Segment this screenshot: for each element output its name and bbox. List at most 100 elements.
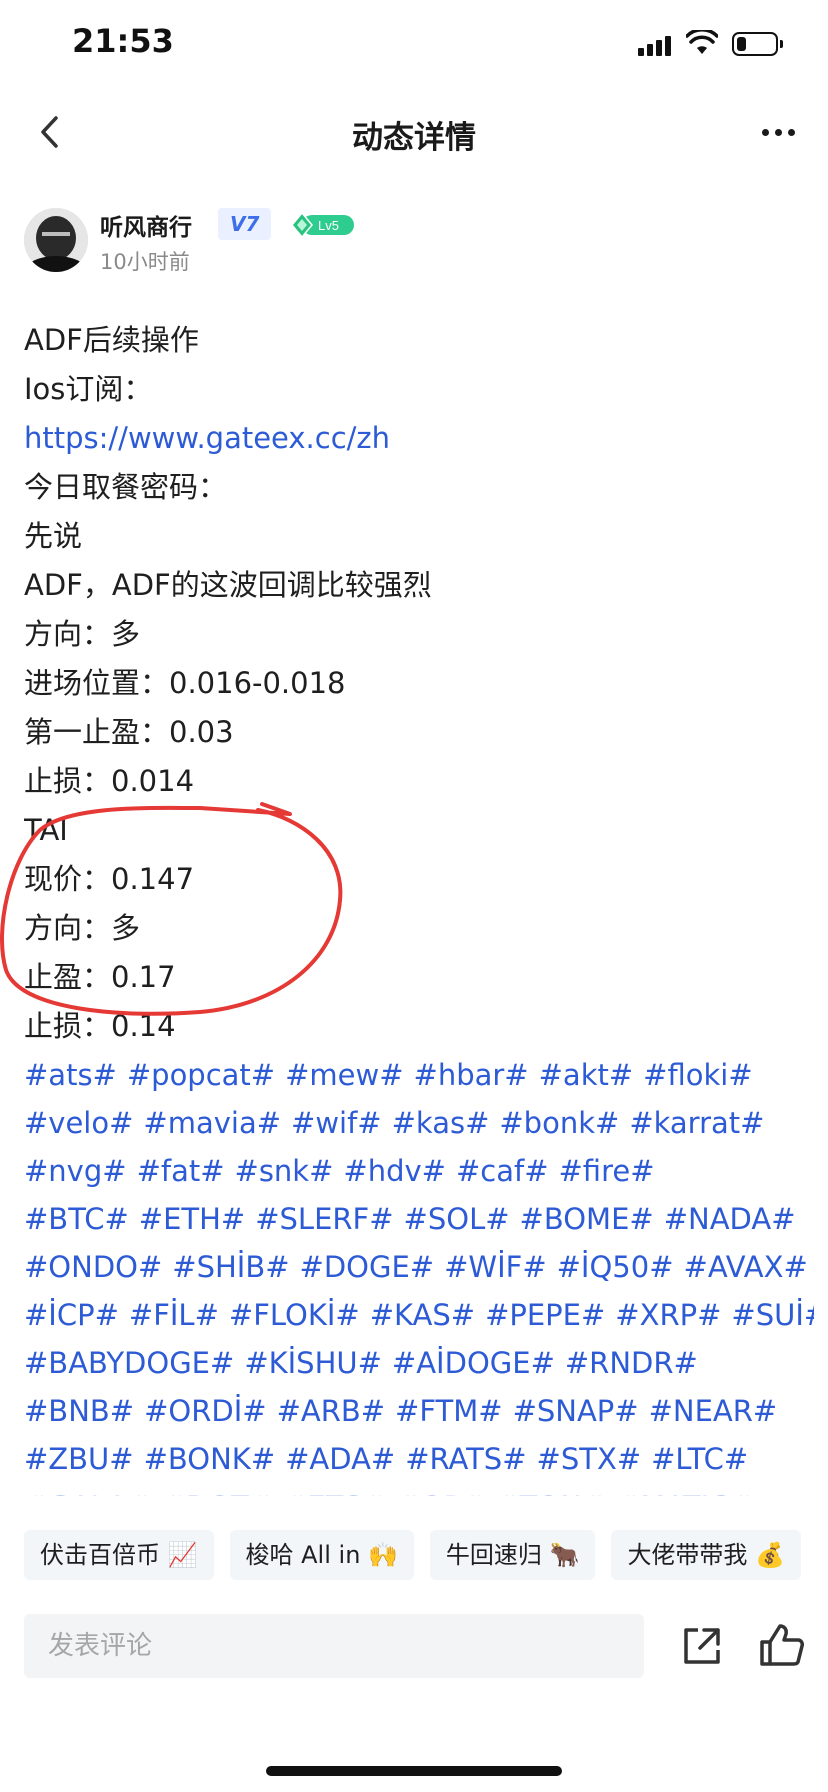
quick-reply-chip[interactable]: 梭哈 All in 🙌 [229,1530,414,1580]
hashtag-link[interactable]: #velo# [24,1106,133,1140]
hashtag-link[interactable]: #kas# [392,1106,490,1140]
cellular-signal-icon [638,34,672,56]
post-line: 方向：多 [24,617,141,651]
hashtag-row: #ats# #popcat# #mew# #hbar# #akt# #floki# [24,1051,814,1099]
post-line: 现价：0.147 [24,862,195,896]
hashtag-link[interactable]: #wif# [291,1106,382,1140]
hashtag-link[interactable]: #İCP# [24,1298,119,1332]
hashtag-link[interactable]: #caf# [456,1154,549,1188]
hashtag-link[interactable]: #AİDOGE# [392,1346,555,1380]
hashtag-link[interactable]: #mew# [285,1058,403,1092]
hashtag-link[interactable]: #SUİ# [731,1298,814,1332]
hashtag-link[interactable]: #ORDİ# [144,1394,266,1428]
post-line: ADF，ADF的这波回调比较强烈 [24,568,432,602]
quick-reply-chip[interactable]: 伏击百倍币 📈 [24,1530,214,1580]
hashtag-link[interactable]: #SLERF# [255,1202,393,1236]
hashtag-row: #ONDO# #SHİB# #DOGE# #WİF# #İQ50# #AVAX# [24,1243,814,1291]
hashtag-link[interactable]: #BOME# [520,1202,654,1236]
post-line: 止损：0.14 [24,1009,176,1043]
hashtag-link[interactable]: #DOGE# [300,1250,435,1284]
hashtag-link[interactable]: #PEPE# [485,1298,605,1332]
hashtag-link[interactable]: #hdv# [343,1154,446,1188]
hashtag-link[interactable]: #nvg# [24,1154,127,1188]
hashtag-link[interactable]: #WİF# [444,1250,547,1284]
level-badge-label: Lv5 [318,218,339,233]
subscription-link[interactable]: https://www.gateex.cc/zh [24,414,814,463]
post-time: 10小时前 [100,250,190,274]
hashtag-link[interactable]: #ETH# [139,1202,245,1236]
hashtag-row: #İCP# #FİL# #FLOKİ# #KAS# #PEPE# #XRP# #SUİ# [24,1291,814,1339]
hashtag-row: #BTC# #ETH# #SLERF# #SOL# #BOME# #NADA# [24,1195,814,1243]
hashtag-link[interactable]: #mavia# [143,1106,281,1140]
post-line: 止损：0.014 [24,764,195,798]
hashtag-link[interactable]: #akt# [539,1058,634,1092]
hashtag-row: #velo# #mavia# #wif# #kas# #bonk# #karrat# [24,1099,814,1147]
status-time: 21:53 [72,22,174,60]
hashtag-link[interactable]: #floki# [643,1058,752,1092]
hashtag-link[interactable]: #ONDO# [24,1250,162,1284]
hashtag-link[interactable]: #fat# [137,1154,225,1188]
hashtag-link[interactable]: #snk# [235,1154,334,1188]
post-line: 先说 [24,519,83,553]
hashtag-link[interactable]: #ats# [24,1058,117,1092]
hashtag-link[interactable]: #NADA# [664,1202,796,1236]
hashtag-link[interactable]: #RATS# [405,1442,526,1476]
status-bar: 21:53 [0,0,828,88]
hashtag-link[interactable]: #NEAR# [649,1394,778,1428]
hashtag-link[interactable]: #RNDR# [565,1346,698,1380]
hashtag-link[interactable]: #STX# [537,1442,642,1476]
hashtag-link[interactable]: #FTM# [395,1394,503,1428]
thumbs-up-icon[interactable] [756,1620,806,1670]
author-header: 听风商行 V7 Lv5 10小时前 [24,206,804,276]
share-icon[interactable] [678,1622,726,1670]
comment-input[interactable] [24,1614,644,1678]
post-line: ADF后续操作 [24,323,199,357]
comment-bar [0,1600,828,1700]
post-content: ADF后续操作 Ios订阅： https://www.gateex.cc/zh 今日取… [24,316,814,1496]
hashtag-link[interactable]: #bonk# [499,1106,619,1140]
quick-reply-chip[interactable]: 大佬带带我 💰 [611,1530,801,1580]
post-line: 进场位置：0.016-0.018 [24,666,346,700]
hashtag-row: #BABYDOGE# #KİSHU# #AİDOGE# #RNDR# [24,1339,814,1387]
hashtag-link[interactable]: #BABYDOGE# [24,1346,234,1380]
hashtag-link[interactable]: #SHİB# [172,1250,289,1284]
hashtag-link[interactable]: #BTC# [24,1202,129,1236]
post-line: 方向：多 [24,911,141,945]
hashtag-link[interactable]: #FİL# [129,1298,219,1332]
hashtag-link[interactable]: #BONK# [144,1442,276,1476]
author-name[interactable]: 听风商行 [100,208,192,242]
hashtag-link[interactable]: #ZBU# [24,1442,134,1476]
nav-bar: 动态详情 [0,92,828,172]
hashtag-link[interactable]: #fire# [559,1154,655,1188]
more-button[interactable] [754,112,802,152]
hashtag-link[interactable]: #ADA# [285,1442,395,1476]
hashtag-link[interactable]: #KİSHU# [244,1346,382,1380]
hashtag-link[interactable]: #BNB# [24,1394,134,1428]
hashtag-link[interactable]: #LTC# [651,1442,748,1476]
hashtag-link[interactable]: #İQ50# [557,1250,674,1284]
hashtag-link[interactable]: #popcat# [127,1058,275,1092]
hashtag-link[interactable]: #SOL# [404,1202,510,1236]
hashtag-link[interactable]: #ARB# [277,1394,385,1428]
hashtag-link[interactable]: #hbar# [414,1058,529,1092]
hashtag-row: #nvg# #fat# #snk# #hdv# #caf# #fire# [24,1147,814,1195]
post-line: Ios订阅： [24,372,153,406]
hashtag-link[interactable]: #FLOKİ# [229,1298,360,1332]
quick-reply-chip[interactable]: 牛回速归 🐂 [429,1530,596,1580]
quick-reply-chips: 伏击百倍币 📈 梭哈 All in 🙌 牛回速归 🐂 大佬带带我 💰 [24,1530,828,1580]
hashtag-list: #ats# #popcat# #mew# #hbar# #akt# #floki# #vel… [24,1051,814,1496]
hashtag-link[interactable]: #KAS# [370,1298,475,1332]
battery-icon [732,32,783,56]
hashtag-row: #ZBU# #BONK# #ADA# #RATS# #STX# #LTC# [24,1435,814,1483]
avatar-image [24,208,88,272]
page-title: 动态详情 [352,120,476,156]
post-line: TAI [24,813,68,847]
hashtag-link[interactable]: #SNAP# [513,1394,639,1428]
content-fade [0,1480,828,1504]
post-line: 今日取餐密码： [24,470,228,504]
avatar[interactable] [24,208,88,272]
battery-level [737,37,746,51]
hashtag-link[interactable]: #AVAX# [684,1250,808,1284]
hashtag-link[interactable]: #XRP# [615,1298,721,1332]
hashtag-link[interactable]: #karrat# [629,1106,764,1140]
